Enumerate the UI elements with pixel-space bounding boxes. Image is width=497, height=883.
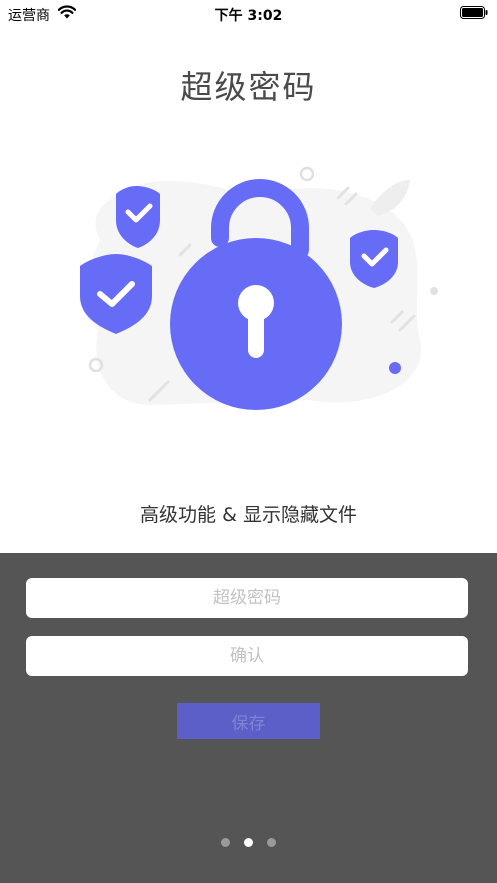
save-button[interactable]: 保存 (177, 703, 320, 739)
page-indicator (0, 838, 497, 847)
battery-icon (460, 6, 488, 19)
deco-ring-top (299, 166, 315, 182)
feature-caption: 高级功能 & 显示隐藏文件 (140, 504, 357, 526)
password-form-panel: 保存 (0, 553, 497, 883)
confirm-password-input[interactable] (26, 636, 468, 676)
status-bar: 运营商 下午 3:02 (0, 0, 497, 26)
leaf-shape (370, 180, 410, 216)
deco-dot-accent (389, 362, 401, 374)
page-dot[interactable] (244, 838, 253, 847)
super-password-input[interactable] (26, 578, 468, 618)
page-title: 超级密码 (180, 68, 317, 106)
security-illustration (80, 166, 438, 410)
page-dot[interactable] (221, 838, 230, 847)
page-dot[interactable] (267, 838, 276, 847)
status-time: 下午 3:02 (214, 8, 283, 24)
deco-dot-right (430, 287, 438, 295)
